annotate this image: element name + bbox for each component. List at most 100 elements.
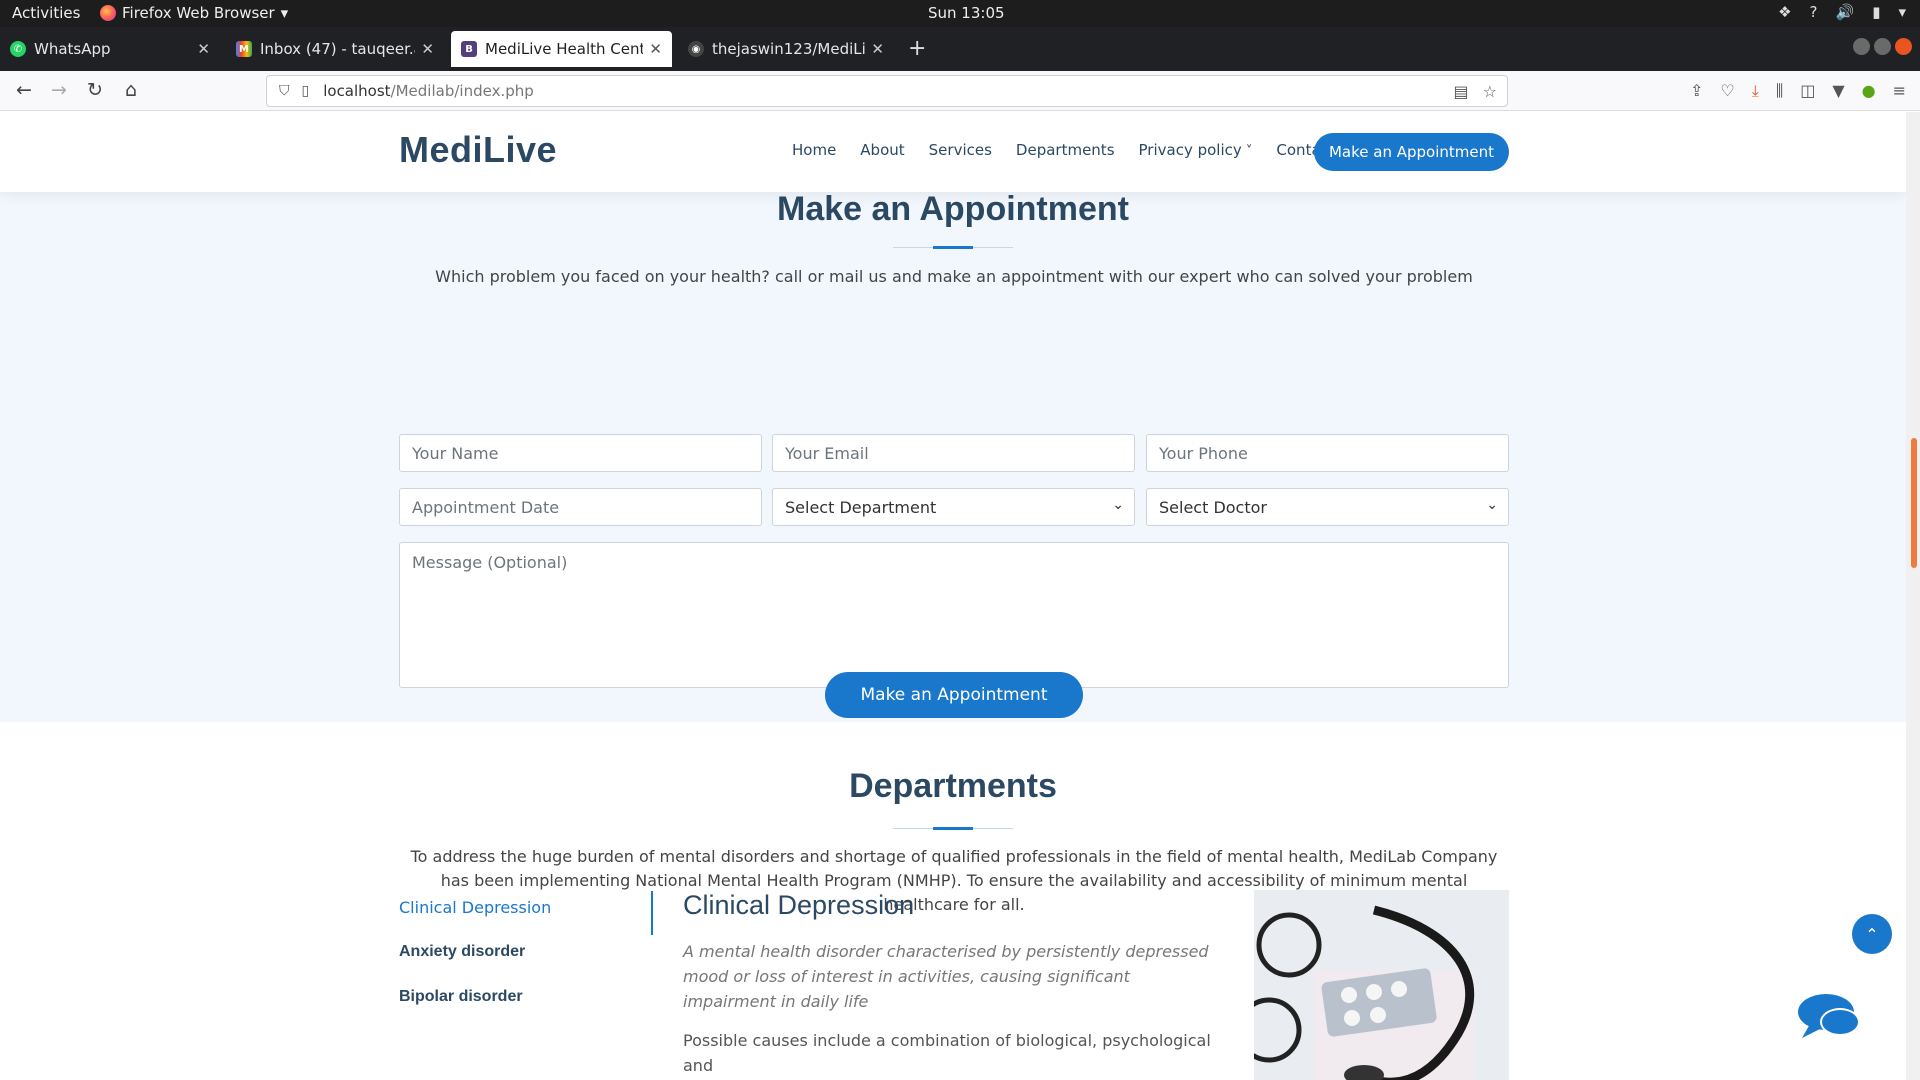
help-icon[interactable]: ?: [1810, 3, 1818, 21]
stethoscope-glasses-image: [1254, 890, 1509, 1080]
extension-icon[interactable]: ⇪: [1690, 81, 1703, 101]
department-select-value: Select Department: [785, 497, 937, 517]
app-menu-label: Firefox Web Browser: [122, 4, 275, 22]
page-scrollbar[interactable]: [1906, 112, 1920, 1080]
doctor-select[interactable]: Select Doctor ⌄: [1146, 488, 1509, 526]
tab-title: Inbox (47) - tauqeer.ali.9: [260, 40, 415, 58]
department-detail: Clinical Depression A mental health diso…: [683, 890, 1213, 1078]
reload-icon[interactable]: ↻: [82, 79, 108, 101]
site-header: MediLive Home About Services Departments…: [0, 112, 1906, 192]
department-item-bipolar[interactable]: Bipolar disorder: [399, 988, 654, 1033]
site-logo[interactable]: MediLive: [399, 129, 557, 171]
home-icon[interactable]: ⌂: [118, 79, 144, 101]
department-item-anxiety[interactable]: Anxiety disorder: [399, 943, 654, 988]
appointment-section: Make an Appointment Which problem you fa…: [0, 190, 1906, 722]
maximize-button[interactable]: [1874, 38, 1891, 55]
app-menu[interactable]: Firefox Web Browser ▾: [100, 4, 288, 22]
bookmark-star-icon[interactable]: ☆: [1483, 82, 1497, 101]
toolbar-icons: ⇪ ♡ ⤓ ⫼ ◫ ▼ ● ≡: [1690, 81, 1906, 101]
main-nav: Home About Services Departments Privacy …: [792, 141, 1335, 159]
library-icon[interactable]: ⫼: [1776, 81, 1783, 101]
nav-about[interactable]: About: [860, 141, 904, 159]
new-tab-icon[interactable]: +: [908, 36, 926, 61]
active-department-indicator: [651, 891, 653, 935]
department-detail-body: Possible causes include a combination of…: [683, 1031, 1211, 1075]
close-icon[interactable]: ✕: [649, 40, 662, 58]
scrollbar-thumb[interactable]: [1911, 438, 1917, 568]
close-icon[interactable]: ✕: [197, 40, 210, 58]
date-input[interactable]: Appointment Date: [399, 488, 762, 526]
shield-icon[interactable]: ⛉: [279, 83, 290, 99]
page-viewport: MediLive Home About Services Departments…: [0, 112, 1906, 1080]
tab-github[interactable]: ◉ thejaswin123/MediLive: ✕: [678, 31, 894, 67]
back-to-top-button[interactable]: ⌃: [1852, 914, 1892, 954]
whatsapp-icon: ✆: [10, 41, 26, 57]
system-tray[interactable]: ❖ ? 🔊 ▮ ▾: [1778, 3, 1906, 21]
tab-medilive[interactable]: B MediLive Health Center ✕: [451, 31, 672, 67]
submit-appointment-button[interactable]: Make an Appointment: [825, 672, 1083, 718]
close-window-button[interactable]: [1895, 38, 1912, 55]
minimize-button[interactable]: [1853, 38, 1870, 55]
bootstrap-icon: B: [461, 41, 477, 57]
nav-services[interactable]: Services: [929, 141, 992, 159]
tab-title: thejaswin123/MediLive:: [712, 40, 866, 58]
chevron-down-icon: ⌄: [1112, 497, 1124, 513]
title-divider: [893, 246, 1013, 249]
close-icon[interactable]: ✕: [871, 40, 884, 58]
firefox-icon: [100, 5, 116, 21]
phone-input[interactable]: Your Phone: [1146, 434, 1509, 472]
tab-inbox[interactable]: M Inbox (47) - tauqeer.ali.9 ✕: [226, 31, 444, 67]
close-icon[interactable]: ✕: [421, 40, 434, 58]
github-icon: ◉: [688, 41, 704, 57]
activities-button[interactable]: Activities: [12, 4, 80, 22]
doctor-select-value: Select Doctor: [1159, 497, 1267, 517]
window-controls: [1853, 38, 1912, 55]
appointment-title: Make an Appointment: [777, 190, 1129, 228]
hamburger-menu-icon[interactable]: ≡: [1893, 81, 1906, 101]
tab-strip: ✆ WhatsApp ✕ M Inbox (47) - tauqeer.ali.…: [0, 27, 1920, 71]
pocket-icon[interactable]: ♡: [1720, 81, 1734, 101]
department-list: Clinical Depression Anxiety disorder Bip…: [399, 898, 654, 1033]
department-image: [1254, 890, 1509, 1080]
url-path: /Medilab/index.php: [390, 82, 534, 100]
url-bar[interactable]: ⛉ ▯ localhost /Medilab/index.php ▤ ☆: [266, 75, 1508, 107]
department-select[interactable]: Select Department ⌄: [772, 488, 1135, 526]
chat-widget-icon[interactable]: [1796, 992, 1866, 1044]
dropbox-icon[interactable]: ❖: [1778, 3, 1791, 21]
email-input[interactable]: Your Email: [772, 434, 1135, 472]
nav-home[interactable]: Home: [792, 141, 836, 159]
chevron-down-icon[interactable]: ▾: [1898, 3, 1906, 21]
back-icon[interactable]: ←: [11, 79, 37, 101]
department-detail-title: Clinical Depression: [683, 890, 915, 920]
battery-icon[interactable]: ▮: [1872, 3, 1880, 21]
tab-title: WhatsApp: [34, 40, 111, 58]
department-item-clinical-depression[interactable]: Clinical Depression: [399, 898, 654, 943]
title-divider: [893, 827, 1013, 830]
tab-title: MediLive Health Center: [485, 40, 644, 58]
download-icon[interactable]: ⤓: [1752, 81, 1759, 101]
caret-down-icon: ▾: [280, 4, 289, 22]
department-detail-lead: A mental health disorder characterised b…: [683, 942, 1209, 1011]
reader-view-icon[interactable]: ▤: [1454, 82, 1469, 101]
addon-icon[interactable]: ●: [1862, 81, 1876, 101]
clock[interactable]: Sun 13:05: [928, 4, 1005, 22]
departments-title: Departments: [849, 767, 1057, 805]
system-top-bar: Activities Firefox Web Browser ▾ Sun 13:…: [0, 0, 1920, 27]
volume-icon[interactable]: 🔊: [1836, 3, 1855, 21]
vpn-icon[interactable]: ▼: [1832, 81, 1844, 101]
sidebar-icon[interactable]: ◫: [1800, 81, 1815, 101]
forward-icon[interactable]: →: [46, 79, 72, 101]
name-input[interactable]: Your Name: [399, 434, 762, 472]
message-textarea[interactable]: Message (Optional): [399, 542, 1509, 688]
departments-section: Departments To address the huge burden o…: [0, 722, 1906, 1080]
nav-toolbar: ← → ↻ ⌂ ⛉ ▯ localhost /Medilab/index.php…: [0, 71, 1920, 111]
nav-privacy-policy[interactable]: Privacy policy: [1139, 141, 1253, 159]
page-icon: ▯: [301, 83, 310, 99]
appointment-description: Which problem you faced on your health? …: [435, 267, 1473, 286]
chevron-down-icon: ⌄: [1486, 497, 1498, 513]
url-host: localhost: [323, 82, 391, 100]
gmail-icon: M: [236, 41, 252, 57]
nav-departments[interactable]: Departments: [1016, 141, 1115, 159]
tab-whatsapp[interactable]: ✆ WhatsApp ✕: [0, 31, 220, 67]
header-appointment-button[interactable]: Make an Appointment: [1314, 133, 1509, 171]
